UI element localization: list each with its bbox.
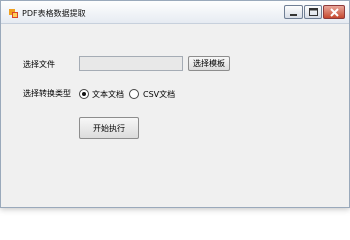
minimize-icon <box>290 13 297 16</box>
radio-csv-document[interactable] <box>129 89 139 99</box>
maximize-button[interactable] <box>304 5 322 19</box>
file-label: 选择文件 <box>23 60 55 69</box>
radio-selected-dot <box>82 92 86 96</box>
file-path-input[interactable] <box>79 56 183 71</box>
close-icon <box>329 7 339 17</box>
radio-text-document-label[interactable]: 文本文档 <box>92 89 124 100</box>
app-window: PDF表格数据提取 选择文件 选择模板 选择转换类型 文本文档 CSV文档 开始… <box>0 0 350 208</box>
minimize-button[interactable] <box>284 5 303 19</box>
app-icon <box>9 9 18 18</box>
title-bar[interactable]: PDF表格数据提取 <box>1 1 349 24</box>
window-title: PDF表格数据提取 <box>22 9 86 18</box>
radio-text-document[interactable] <box>79 89 89 99</box>
maximize-icon <box>308 8 318 16</box>
start-execute-button[interactable]: 开始执行 <box>79 117 139 139</box>
radio-csv-document-label[interactable]: CSV文档 <box>143 89 175 100</box>
close-button[interactable] <box>323 5 345 19</box>
choose-template-button[interactable]: 选择模板 <box>188 56 230 71</box>
convert-type-label: 选择转换类型 <box>23 89 71 98</box>
